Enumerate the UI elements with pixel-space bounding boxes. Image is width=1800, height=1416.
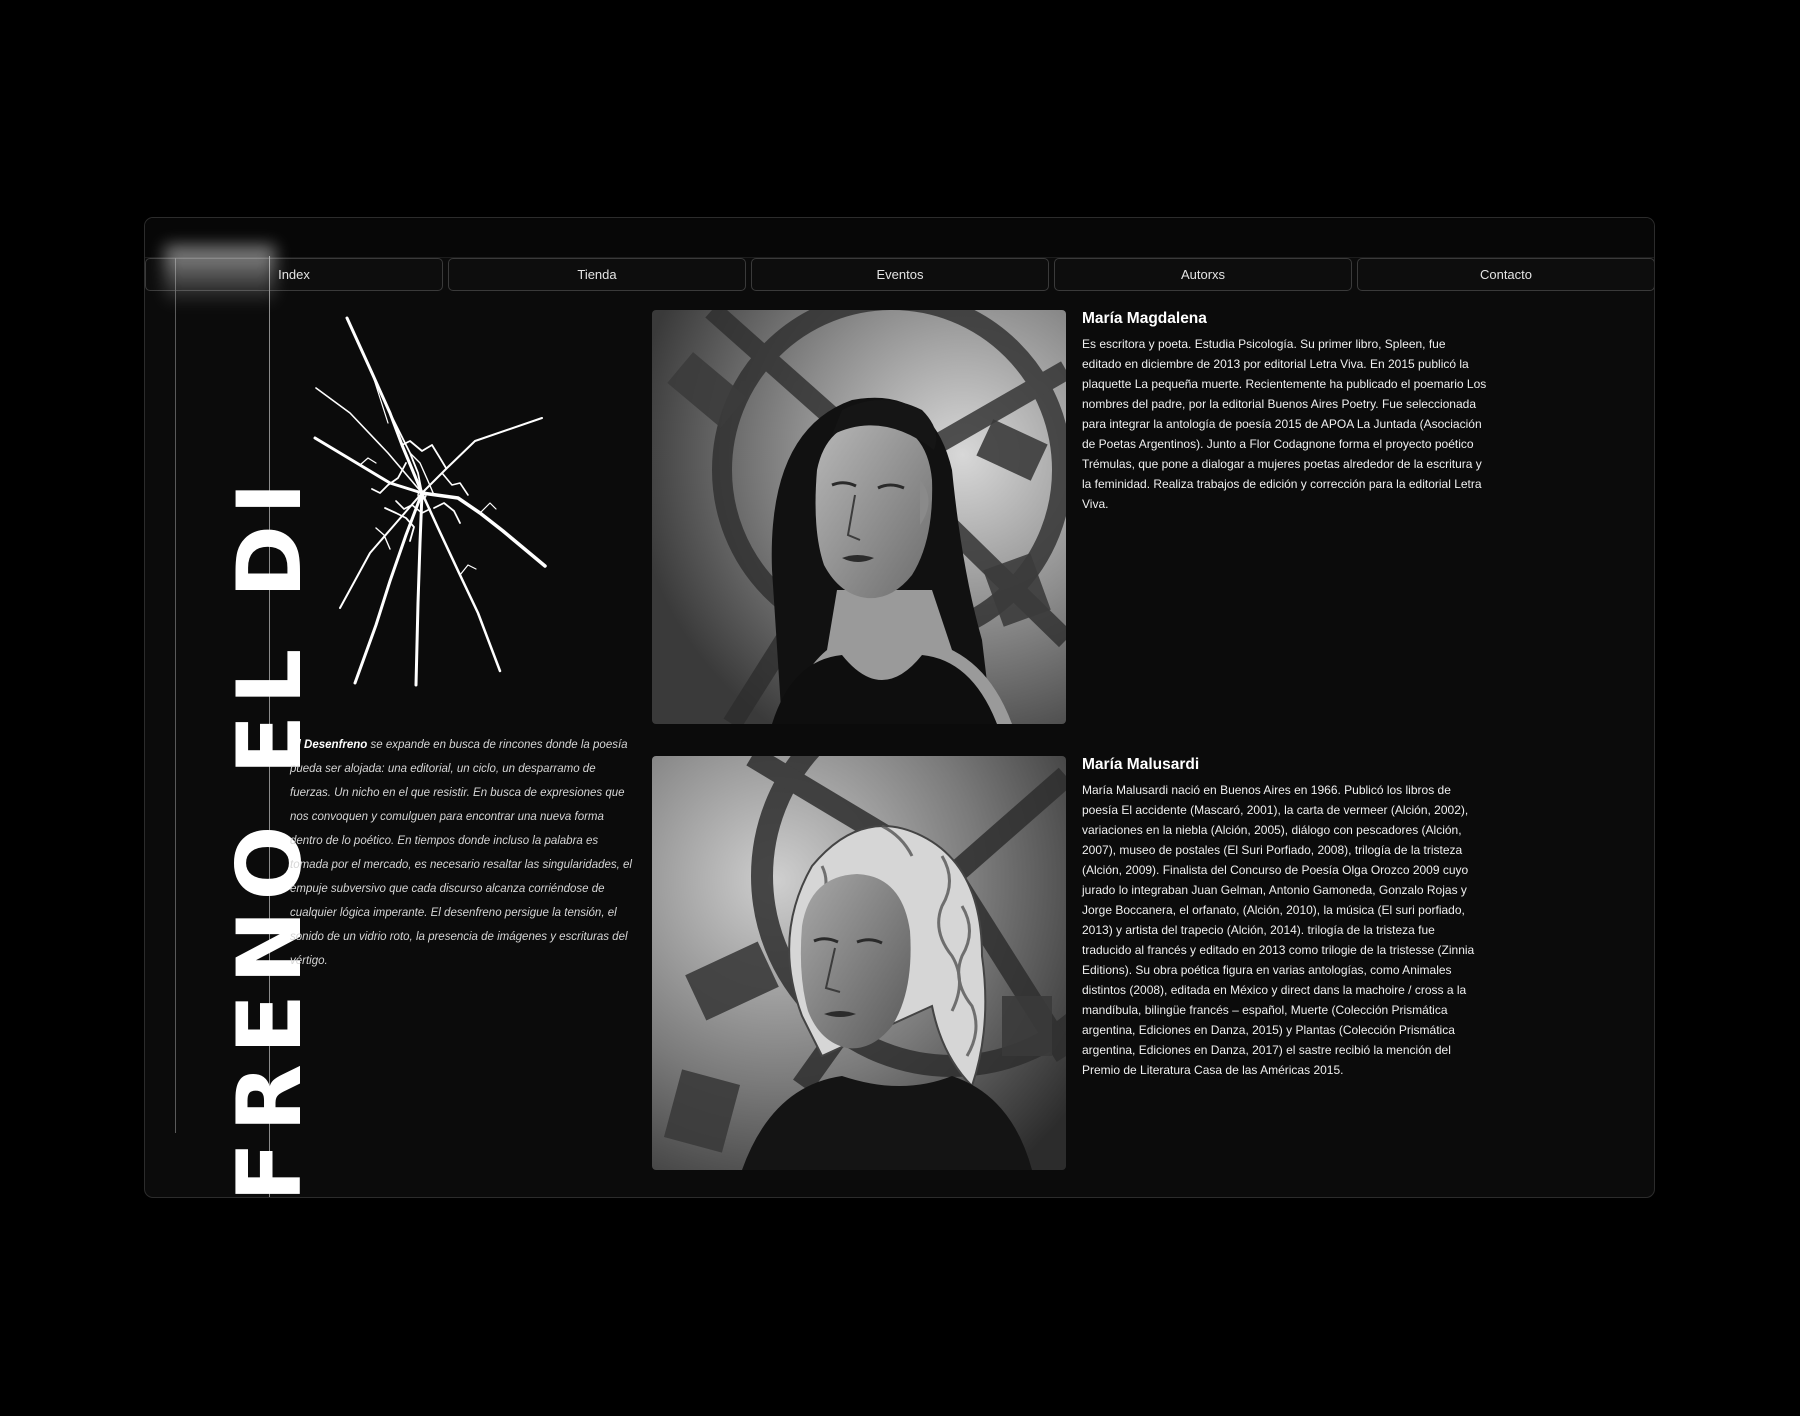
browser-window: Index Tienda Eventos Autorxs Contacto FR…	[144, 217, 1655, 1198]
nav-item-tienda[interactable]: Tienda	[448, 258, 746, 291]
broken-glass-icon	[313, 316, 547, 687]
intro-paragraph: El Desenfreno se expande en busca de rin…	[290, 733, 635, 973]
nav-item-index[interactable]: Index	[145, 258, 443, 291]
intro-text: se expande en busca de rincones donde la…	[290, 738, 632, 967]
author-bio-maria-magdalena: María Magdalena Es escritora y poeta. Es…	[1082, 310, 1487, 514]
author-bio-text: Es escritora y poeta. Estudia Psicología…	[1082, 337, 1487, 511]
nav-item-eventos[interactable]: Eventos	[751, 258, 1049, 291]
window-top-bar	[145, 218, 1654, 258]
author-bio-text: María Malusardi nació en Buenos Aires en…	[1082, 783, 1475, 1077]
main-nav: Index Tienda Eventos Autorxs Contacto	[145, 258, 1654, 291]
author-bio-maria-malusardi: María Malusardi María Malusardi nació en…	[1082, 756, 1487, 1080]
sidebar-left-divider	[175, 258, 176, 1133]
author-photo-maria-magdalena	[652, 310, 1066, 724]
author-name: María Malusardi	[1082, 756, 1200, 773]
author-photo-maria-malusardi	[652, 756, 1066, 1170]
nav-item-autorxs[interactable]: Autorxs	[1054, 258, 1352, 291]
intro-emphasis: El Desenfreno	[290, 738, 368, 751]
nav-item-contacto[interactable]: Contacto	[1357, 258, 1654, 291]
author-name: María Magdalena	[1082, 310, 1207, 327]
